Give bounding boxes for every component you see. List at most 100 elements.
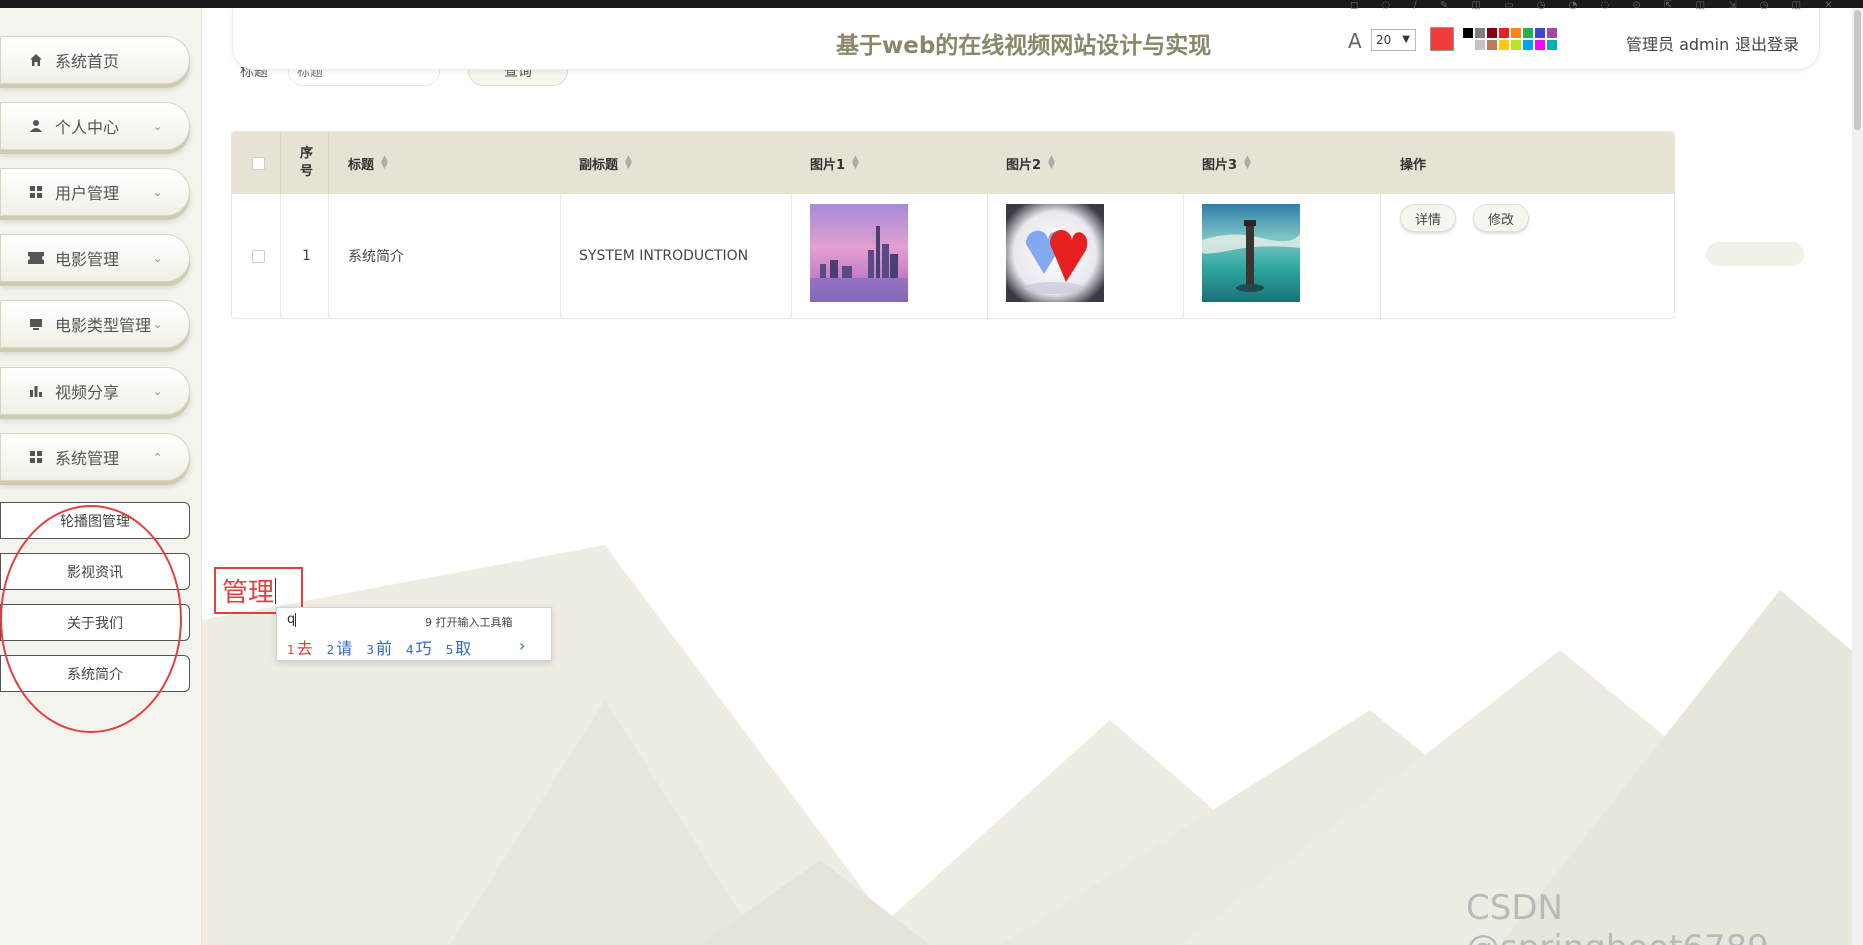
ime-composition: q	[287, 612, 297, 627]
ime-candidate-num: 2	[326, 643, 335, 657]
submenu-system-intro[interactable]: 系统简介	[0, 655, 190, 692]
current-color-swatch[interactable]	[1430, 27, 1454, 51]
sort-icon: ▲ ▼	[1048, 154, 1055, 171]
grid-icon	[27, 448, 45, 466]
ime-candidate-num: 1	[287, 643, 295, 657]
palette-swatch[interactable]	[1474, 39, 1486, 51]
header-subtitle[interactable]: 副标题 ▲ ▼	[579, 132, 632, 194]
sidebar-item-profile[interactable]: 个人中心 ⌄	[0, 102, 190, 150]
palette-swatch[interactable]	[1534, 27, 1546, 39]
page-title: 基于web的在线视频网站设计与实现	[836, 33, 1212, 59]
sidebar-item-home[interactable]: 系统首页	[0, 36, 190, 84]
sidebar-item-label: 视频分享	[55, 383, 120, 402]
sidebar-item-users[interactable]: 用户管理 ⌄	[0, 168, 190, 216]
ime-candidate-2[interactable]: 2请	[327, 635, 353, 659]
drawing-toolbar: ◻ ◌ ∕ ✎ ◫ ▭ ◷ ◔ ◌ ⊙ ⇱ ◫ ⇲ ◷ ◫ ✕	[1350, 0, 1843, 11]
header-image1-label: 图片1	[810, 157, 846, 173]
sort-icon: ▲ ▼	[852, 154, 859, 171]
row-checkbox[interactable]	[252, 249, 265, 263]
palette-swatch[interactable]	[1462, 39, 1474, 51]
ime-toolbox-link[interactable]: 9 打开输入工具箱	[425, 614, 513, 630]
palette-swatch[interactable]	[1486, 27, 1498, 39]
faded-button	[1706, 242, 1804, 266]
palette-swatch[interactable]	[1498, 39, 1510, 51]
palette-swatch[interactable]	[1522, 39, 1534, 51]
sidebar-item-movies[interactable]: 电影管理 ⌄	[0, 234, 190, 282]
sidebar-item-label: 系统首页	[55, 52, 120, 71]
palette-swatch[interactable]	[1546, 27, 1558, 39]
sidebar-item-video-share[interactable]: 视频分享 ⌄	[0, 367, 190, 415]
header-title-label: 标题	[348, 157, 375, 173]
column-divider	[987, 194, 988, 318]
data-table: 序号 标题 ▲ ▼ 副标题 ▲ ▼ 图片1 ▲ ▼ 图片2 ▲ ▼ 图片3 ▲ ▼ 操作 1 系统简…	[231, 131, 1675, 319]
palette-swatch[interactable]	[1522, 27, 1534, 39]
palette-swatch[interactable]	[1534, 39, 1546, 51]
header-image1[interactable]: 图片1 ▲ ▼	[810, 132, 859, 194]
sort-icon: ▲ ▼	[625, 154, 632, 171]
ime-candidate-1[interactable]: 1去	[287, 635, 313, 659]
submenu-about-us[interactable]: 关于我们	[0, 604, 190, 641]
ime-candidate-text: 前	[375, 639, 392, 658]
color-palette[interactable]	[1462, 27, 1558, 51]
submenu-label: 系统简介	[67, 666, 123, 683]
ime-candidate-num: 4	[405, 643, 414, 657]
home-icon	[27, 51, 45, 69]
sidebar-item-system[interactable]: 系统管理 ⌃	[0, 433, 190, 481]
column-divider	[328, 132, 329, 194]
header-title[interactable]: 标题 ▲ ▼	[348, 132, 388, 194]
ime-candidate-4[interactable]: 4巧	[406, 635, 432, 659]
ime-candidate-3[interactable]: 3前	[366, 635, 392, 659]
chevron-down-icon: ⌄	[153, 119, 163, 133]
sort-icon: ▲ ▼	[381, 154, 388, 171]
sidebar: 系统首页 个人中心 ⌄ 用户管理 ⌄ 电影管理 ⌄ 电影类型管理 ⌄ 视频分享 …	[0, 8, 202, 945]
detail-button[interactable]: 详情	[1400, 204, 1457, 232]
lighthouse-sea-image	[1202, 204, 1300, 302]
sidebar-item-label: 电影类型管理	[55, 316, 152, 335]
ime-next-page-icon[interactable]: ›	[519, 636, 525, 655]
user-icon	[27, 117, 45, 135]
submenu-label: 轮播图管理	[60, 513, 130, 530]
row-title: 系统简介	[348, 249, 404, 265]
header-image3[interactable]: 图片3 ▲ ▼	[1202, 132, 1251, 194]
user-info: 管理员 admin	[1626, 35, 1730, 54]
submenu-carousel[interactable]: 轮播图管理	[0, 502, 190, 539]
grid-icon	[27, 183, 45, 201]
palette-swatch[interactable]	[1462, 27, 1474, 39]
column-divider	[280, 194, 281, 318]
header-image2-label: 图片2	[1006, 157, 1042, 173]
caret-down-icon: ▼	[1402, 34, 1410, 45]
row-index: 1	[302, 248, 311, 264]
logout-link[interactable]: 退出登录	[1735, 31, 1799, 55]
submenu-label: 关于我们	[67, 615, 123, 632]
palette-swatch[interactable]	[1486, 39, 1498, 51]
palette-swatch[interactable]	[1510, 27, 1522, 39]
vertical-scrollbar[interactable]	[1852, 8, 1863, 945]
select-all-checkbox[interactable]	[252, 156, 265, 170]
edit-button[interactable]: 修改	[1473, 204, 1530, 232]
red-blue-hearts-image	[1006, 204, 1104, 302]
header-image2[interactable]: 图片2 ▲ ▼	[1006, 132, 1055, 194]
palette-swatch[interactable]	[1474, 27, 1486, 39]
ime-candidate-5[interactable]: 5取	[446, 635, 472, 659]
table-header: 序号 标题 ▲ ▼ 副标题 ▲ ▼ 图片1 ▲ ▼ 图片2 ▲ ▼ 图片3 ▲ ▼ 操作	[232, 132, 1674, 194]
text-cursor	[275, 577, 277, 604]
palette-swatch[interactable]	[1510, 39, 1522, 51]
chevron-up-icon: ⌃	[153, 450, 163, 464]
city-skyline-purple-image	[810, 204, 908, 302]
column-divider	[1380, 194, 1381, 318]
column-divider	[280, 132, 281, 194]
font-size-value: 20	[1376, 33, 1392, 47]
chevron-down-icon: ⌄	[153, 317, 163, 331]
submenu-film-news[interactable]: 影视资讯	[0, 553, 190, 590]
font-size-select[interactable]: 20 ▼	[1371, 29, 1416, 51]
ime-candidate-text: 取	[455, 639, 472, 658]
sidebar-item-movie-types[interactable]: 电影类型管理 ⌄	[0, 300, 190, 348]
sort-icon: ▲ ▼	[1244, 154, 1251, 171]
header-index: 序号	[300, 132, 320, 194]
scrollbar-thumb[interactable]	[1854, 10, 1861, 130]
palette-swatch[interactable]	[1546, 39, 1558, 51]
palette-swatch[interactable]	[1498, 27, 1510, 39]
sidebar-item-label: 电影管理	[55, 250, 120, 269]
font-size-icon: A	[1348, 29, 1362, 53]
chevron-down-icon: ⌄	[153, 384, 163, 398]
